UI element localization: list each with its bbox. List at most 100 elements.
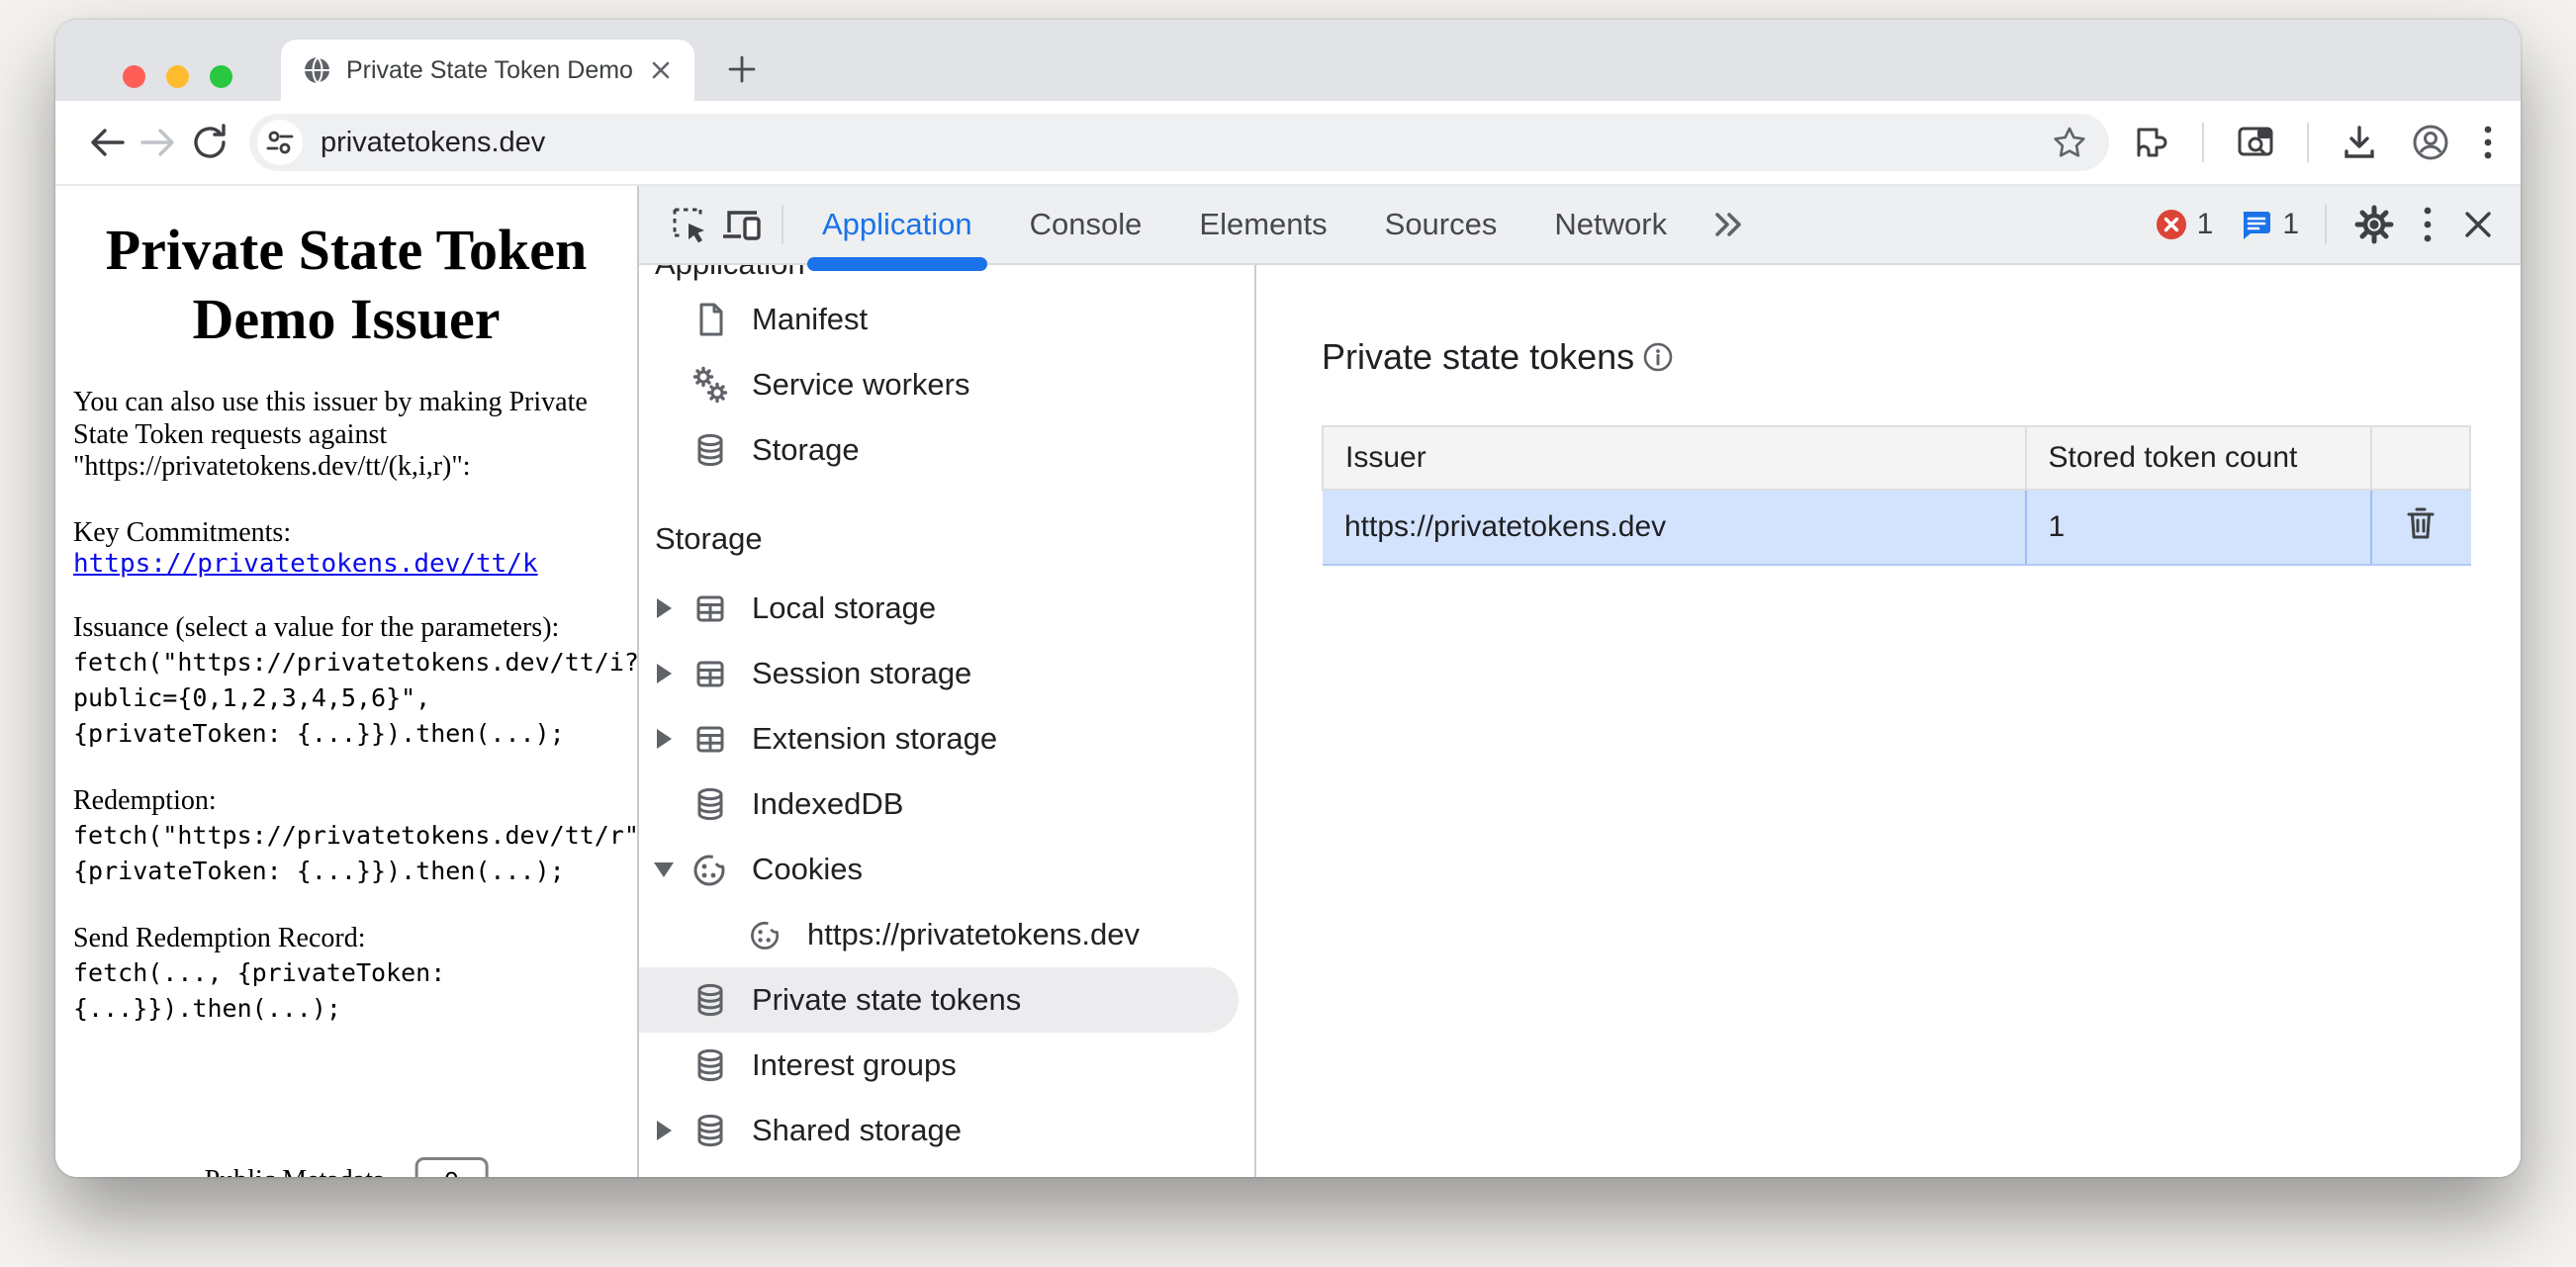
toolbar-right-icons <box>2131 121 2495 164</box>
address-bar[interactable]: privatetokens.dev <box>249 114 2109 171</box>
browser-window: Private State Token Demo privatetokens.d… <box>55 20 2521 1177</box>
toolbar-divider <box>2307 123 2309 162</box>
browser-tab[interactable]: Private State Token Demo <box>281 40 694 101</box>
maximize-window-button[interactable] <box>210 65 232 88</box>
sidebar-section-storage: Storage <box>639 516 1254 562</box>
close-devtools-icon[interactable] <box>2459 206 2497 243</box>
sidebar-item-private-state-tokens[interactable]: Private state tokens <box>639 967 1239 1033</box>
column-header-stored-token-count[interactable]: Stored token count <box>2026 426 2372 490</box>
sidebar-item-shared-storage[interactable]: Shared storage <box>639 1098 1254 1163</box>
issuer-cell[interactable]: https://privatetokens.dev <box>1323 490 2026 565</box>
sidebar-item-local-storage[interactable]: Local storage <box>639 576 1254 641</box>
collapse-arrow-icon[interactable] <box>639 862 689 877</box>
expand-arrow-icon[interactable] <box>639 729 689 749</box>
close-tab-icon[interactable] <box>649 58 673 82</box>
issuance-code: fetch("https://privatetokens.dev/tt/i? p… <box>73 645 619 753</box>
key-commitments-label: Key Commitments: <box>73 517 619 549</box>
sidebar-item-service-workers[interactable]: Service workers <box>639 352 1254 417</box>
database-icon <box>689 1109 732 1152</box>
table-row[interactable]: https://privatetokens.dev 1 <box>1323 490 2470 565</box>
sidebar-item-storage[interactable]: Storage <box>639 417 1254 483</box>
send-redemption-record-code: fetch(..., {privateToken: {...}}).then(.… <box>73 955 619 1028</box>
expand-arrow-icon[interactable] <box>639 664 689 683</box>
globe-favicon-icon <box>303 55 332 85</box>
table-icon <box>689 587 732 630</box>
devtools-menu-kebab-icon[interactable] <box>2422 205 2434 244</box>
sidebar-item-extension-storage[interactable]: Extension storage <box>639 706 1254 771</box>
gears-icon <box>689 363 732 407</box>
database-icon <box>689 978 732 1022</box>
reload-button[interactable] <box>184 117 235 168</box>
error-badge-icon[interactable]: 1 <box>2156 208 2214 241</box>
active-tab-underline <box>807 257 987 271</box>
browser-toolbar: privatetokens.dev <box>55 101 2521 186</box>
tab-sources[interactable]: Sources <box>1356 185 1526 264</box>
macos-traffic-lights <box>123 65 232 88</box>
redemption-code: fetch("https://privatetokens.dev/tt/r", … <box>73 818 619 890</box>
devtools-toolbar-divider <box>2325 205 2327 244</box>
tab-title: Private State Token Demo <box>346 56 633 85</box>
url-text[interactable]: privatetokens.dev <box>321 127 545 159</box>
devtools-settings-gear-icon[interactable] <box>2352 203 2396 246</box>
tab-application[interactable]: Application <box>793 185 1001 264</box>
sidebar-item-indexeddb[interactable]: IndexedDB <box>639 771 1254 837</box>
minimize-window-button[interactable] <box>166 65 189 88</box>
window-content: Private State Token Demo Issuer You can … <box>55 186 2521 1177</box>
profile-avatar-icon[interactable] <box>2410 122 2451 163</box>
devtools-toolbar-right: 1 1 <box>2156 203 2497 246</box>
column-header-issuer[interactable]: Issuer <box>1323 426 2026 490</box>
cookie-icon <box>744 913 787 956</box>
sidebar-item-session-storage[interactable]: Session storage <box>639 641 1254 706</box>
devtools-panel: Application Console Elements Sources Net… <box>639 186 2521 1177</box>
bookmark-star-icon[interactable] <box>2050 123 2089 162</box>
page-intro: You can also use this issuer by making P… <box>73 387 619 483</box>
expand-arrow-icon[interactable] <box>639 1121 689 1140</box>
public-metadata-select[interactable]: 0 <box>414 1157 488 1177</box>
search-tabs-icon[interactable] <box>2234 121 2277 164</box>
tab-network[interactable]: Network <box>1525 185 1696 264</box>
issuance-label: Issuance (select a value for the paramet… <box>73 612 619 644</box>
forward-button[interactable] <box>133 117 184 168</box>
expand-arrow-icon[interactable] <box>639 598 689 618</box>
send-redemption-record-label: Send Redemption Record: <box>73 923 619 954</box>
sidebar-item-interest-groups[interactable]: Interest groups <box>639 1033 1254 1098</box>
close-window-button[interactable] <box>123 65 145 88</box>
tab-strip: Private State Token Demo <box>55 20 2521 101</box>
toolbar-divider <box>2202 123 2204 162</box>
back-button[interactable] <box>81 117 133 168</box>
more-tabs-chevron-icon[interactable] <box>1696 185 1761 264</box>
tab-console[interactable]: Console <box>1001 185 1171 264</box>
issues-badge-icon[interactable]: 1 <box>2239 208 2299 241</box>
sidebar-item-cookies[interactable]: Cookies <box>639 837 1254 902</box>
page-title: Private State Token Demo Issuer <box>73 216 619 353</box>
key-commitments-link[interactable]: https://privatetokens.dev/tt/k <box>73 549 538 579</box>
redemption-label: Redemption: <box>73 785 619 817</box>
table-header-row: Issuer Stored token count <box>1323 426 2470 490</box>
new-tab-button[interactable] <box>720 47 764 91</box>
application-sidebar: Application Manifest Service work <box>639 265 1256 1177</box>
table-icon <box>689 717 732 761</box>
browser-menu-kebab-icon[interactable] <box>2481 123 2495 162</box>
device-toolbar-icon[interactable] <box>716 198 770 251</box>
site-settings-icon[interactable] <box>257 120 303 165</box>
devtools-tabs: Application Console Elements Sources Net… <box>793 185 1761 264</box>
inspect-element-icon[interactable] <box>663 198 716 251</box>
sidebar-item-cookies-origin[interactable]: https://privatetokens.dev <box>639 902 1254 967</box>
trash-icon[interactable] <box>2403 504 2438 542</box>
tab-elements[interactable]: Elements <box>1170 185 1355 264</box>
database-icon <box>689 782 732 826</box>
token-count-cell[interactable]: 1 <box>2026 490 2372 565</box>
view-heading: Private state tokens <box>1322 336 2471 378</box>
info-icon[interactable] <box>1642 341 1674 373</box>
devtools-toolbar: Application Console Elements Sources Net… <box>639 186 2521 265</box>
delete-cell[interactable] <box>2371 490 2470 565</box>
extensions-icon[interactable] <box>2131 122 2172 163</box>
downloads-icon[interactable] <box>2339 122 2380 163</box>
database-icon <box>689 1043 732 1087</box>
database-icon <box>689 428 732 472</box>
error-count: 1 <box>2197 208 2214 241</box>
sidebar-item-manifest[interactable]: Manifest <box>639 287 1254 352</box>
document-icon <box>689 298 732 341</box>
column-header-actions <box>2371 426 2470 490</box>
issue-count: 1 <box>2282 208 2299 241</box>
